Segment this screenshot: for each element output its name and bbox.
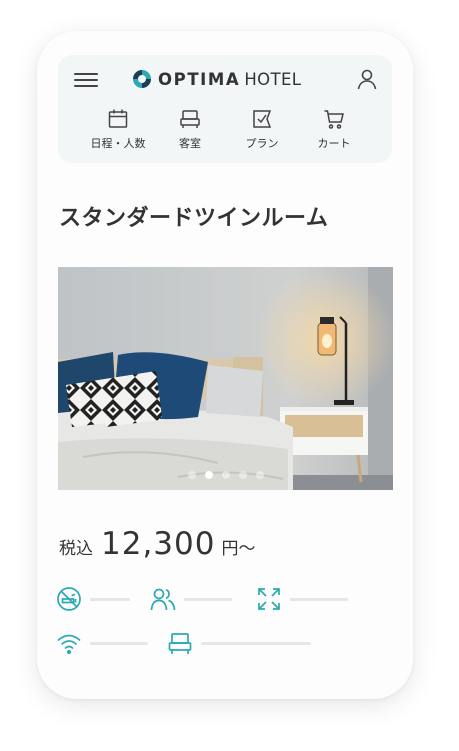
carousel-dot[interactable] [204,471,213,479]
amenity-placeholder-bar [90,641,148,645]
carousel-dot[interactable] [238,471,247,479]
price-amount: 12,300 [101,526,216,562]
room-price: 税込 12,300 円〜 [59,526,255,562]
no-smoking-icon [57,587,81,611]
amenity-wifi [56,630,148,656]
logo-text: OPTIMA HOTEL [158,69,302,89]
amenity-room-size [256,586,348,612]
room-title: スタンダードツインルーム [59,206,329,231]
hamburger-menu-icon[interactable] [74,71,98,89]
amenity-placeholder-bar [290,597,348,601]
cart-icon [324,110,344,129]
price-unit: 円〜 [221,539,256,559]
carousel-dots [58,471,393,479]
plan-icon [253,110,272,128]
guests-icon [150,588,176,611]
nav-label: 日程・人数 [90,137,146,150]
amenity-bed [167,630,311,656]
amenity-placeholder-bar [184,597,232,601]
nav-item-cart[interactable]: カート [298,107,370,151]
user-account-icon[interactable] [356,68,378,90]
sofa-icon [180,110,200,128]
main-nav: 日程・人数 客室 プラン カート [58,107,392,155]
carousel-dot[interactable] [221,471,230,479]
tax-included-label: 税込 [59,539,93,559]
nav-item-rooms[interactable]: 客室 [154,107,226,151]
amenity-placeholder-bar [90,597,130,601]
amenity-no-smoking [56,586,130,612]
nav-label: 客室 [179,137,201,150]
logo-mark-icon [133,70,151,88]
nav-item-plans[interactable]: プラン [226,107,298,151]
carousel-dot[interactable] [255,471,264,479]
hotel-logo[interactable]: OPTIMA HOTEL [132,67,301,91]
room-photo [58,267,393,490]
nav-label: プラン [245,137,279,150]
carousel-dot[interactable] [187,471,196,479]
bed-icon [168,633,192,654]
calendar-icon [108,109,128,128]
amenity-guests [150,586,232,612]
nav-item-dates-guests[interactable]: 日程・人数 [82,107,154,151]
amenity-placeholder-bar [201,641,311,645]
room-photo-carousel[interactable] [58,267,393,490]
app-header: OPTIMA HOTEL 日程・人数 客室 プラン カート [58,55,392,163]
room-size-icon [258,588,280,610]
nav-label: カート [317,137,351,150]
wifi-icon [57,634,81,655]
